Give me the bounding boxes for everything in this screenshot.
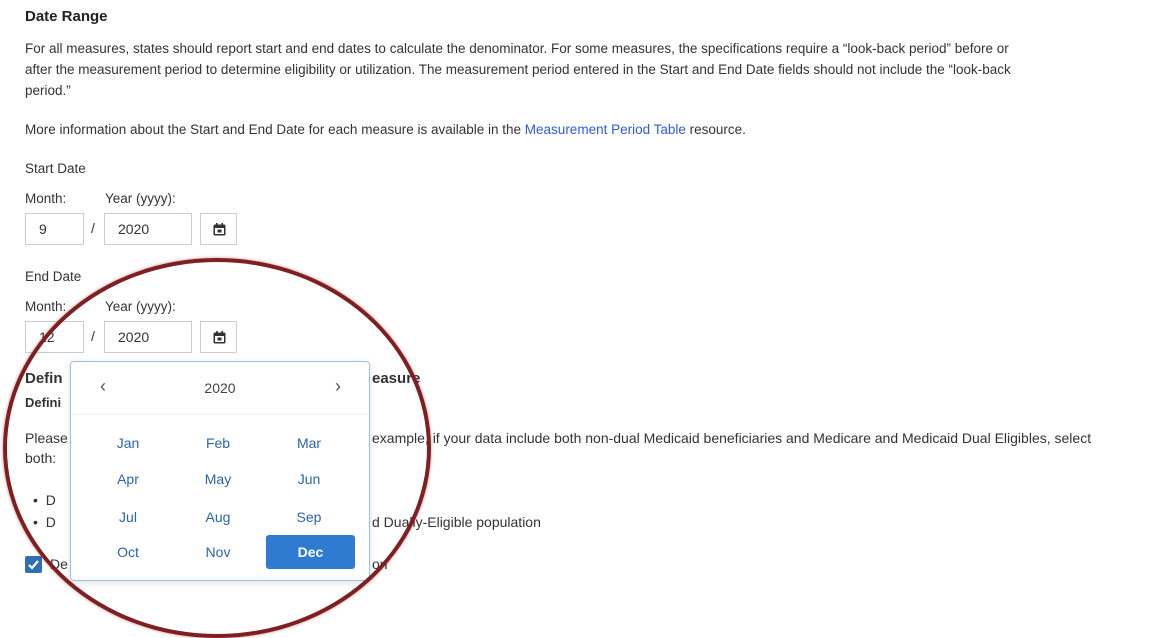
definition-heading-left: Defin bbox=[25, 370, 63, 387]
start-month-input[interactable]: 9 bbox=[25, 213, 84, 245]
bullet-item-2: • D bbox=[33, 514, 56, 530]
measurement-period-table-link[interactable]: Measurement Period Table bbox=[525, 122, 686, 137]
month-mar[interactable]: Mar bbox=[264, 426, 354, 460]
dual-eligible-checkbox[interactable] bbox=[25, 556, 42, 573]
description-line: after the measurement period to determin… bbox=[25, 62, 1011, 77]
calendar-icon bbox=[213, 331, 226, 344]
month-nov[interactable]: Nov bbox=[173, 535, 263, 569]
month-oct[interactable]: Oct bbox=[83, 535, 173, 569]
definition-heading-right: easure bbox=[372, 370, 421, 387]
info-suffix: resource. bbox=[685, 122, 746, 137]
end-date-separator: / bbox=[91, 328, 95, 344]
start-year-input[interactable]: 2020 bbox=[104, 213, 192, 245]
end-month-input[interactable]: 12 bbox=[25, 321, 84, 353]
month-may[interactable]: May bbox=[173, 462, 263, 496]
start-month-label: Month: bbox=[25, 191, 67, 206]
bullet-item-1: • D bbox=[33, 492, 56, 508]
section-description: For all measures, states should report s… bbox=[25, 38, 1173, 101]
month-apr[interactable]: Apr bbox=[83, 462, 173, 496]
month-picker-popup: ‹ 2020 › Jan Feb Mar Apr May Jun Jul Aug… bbox=[70, 361, 370, 581]
start-calendar-button[interactable] bbox=[200, 213, 237, 245]
end-year-label: Year (yyyy): bbox=[105, 299, 176, 314]
calendar-icon bbox=[213, 223, 226, 236]
info-prefix: More information about the Start and End… bbox=[25, 122, 525, 137]
bullet-text: D bbox=[45, 514, 56, 530]
end-month-label: Month: bbox=[25, 299, 67, 314]
month-jan[interactable]: Jan bbox=[83, 426, 173, 460]
month-dec[interactable]: Dec bbox=[266, 535, 355, 569]
checkbox-label-right: on bbox=[372, 556, 388, 572]
start-date-label: Start Date bbox=[25, 161, 86, 176]
description-line: For all measures, states should report s… bbox=[25, 41, 1009, 56]
definition-text-left: Please bbox=[25, 430, 68, 446]
start-date-separator: / bbox=[91, 220, 95, 236]
bullet-text: D bbox=[45, 492, 56, 508]
end-calendar-button[interactable] bbox=[200, 321, 237, 353]
info-text: More information about the Start and End… bbox=[25, 122, 746, 137]
definition-text-line2: both: bbox=[25, 450, 57, 466]
description-line: period.” bbox=[25, 83, 71, 98]
end-year-input[interactable]: 2020 bbox=[104, 321, 192, 353]
next-year-button[interactable]: › bbox=[328, 376, 348, 397]
checkmark-icon bbox=[28, 560, 39, 570]
definition-text-right: example, if your data include both non-d… bbox=[372, 430, 1092, 446]
end-date-label: End Date bbox=[25, 269, 82, 284]
start-year-label: Year (yyyy): bbox=[105, 191, 176, 206]
month-sep[interactable]: Sep bbox=[264, 500, 354, 534]
bullet-item-2-right: d Dually-Eligible population bbox=[372, 514, 541, 530]
month-feb[interactable]: Feb bbox=[173, 426, 263, 460]
month-picker-header: ‹ 2020 › bbox=[71, 362, 369, 415]
definition-subheading: Defini bbox=[25, 395, 62, 410]
section-title: Date Range bbox=[25, 8, 108, 25]
picker-year: 2020 bbox=[204, 380, 236, 396]
month-jun[interactable]: Jun bbox=[264, 462, 354, 496]
month-aug[interactable]: Aug bbox=[173, 500, 263, 534]
month-jul[interactable]: Jul bbox=[83, 500, 173, 534]
checkbox-label-left: De bbox=[50, 556, 68, 572]
